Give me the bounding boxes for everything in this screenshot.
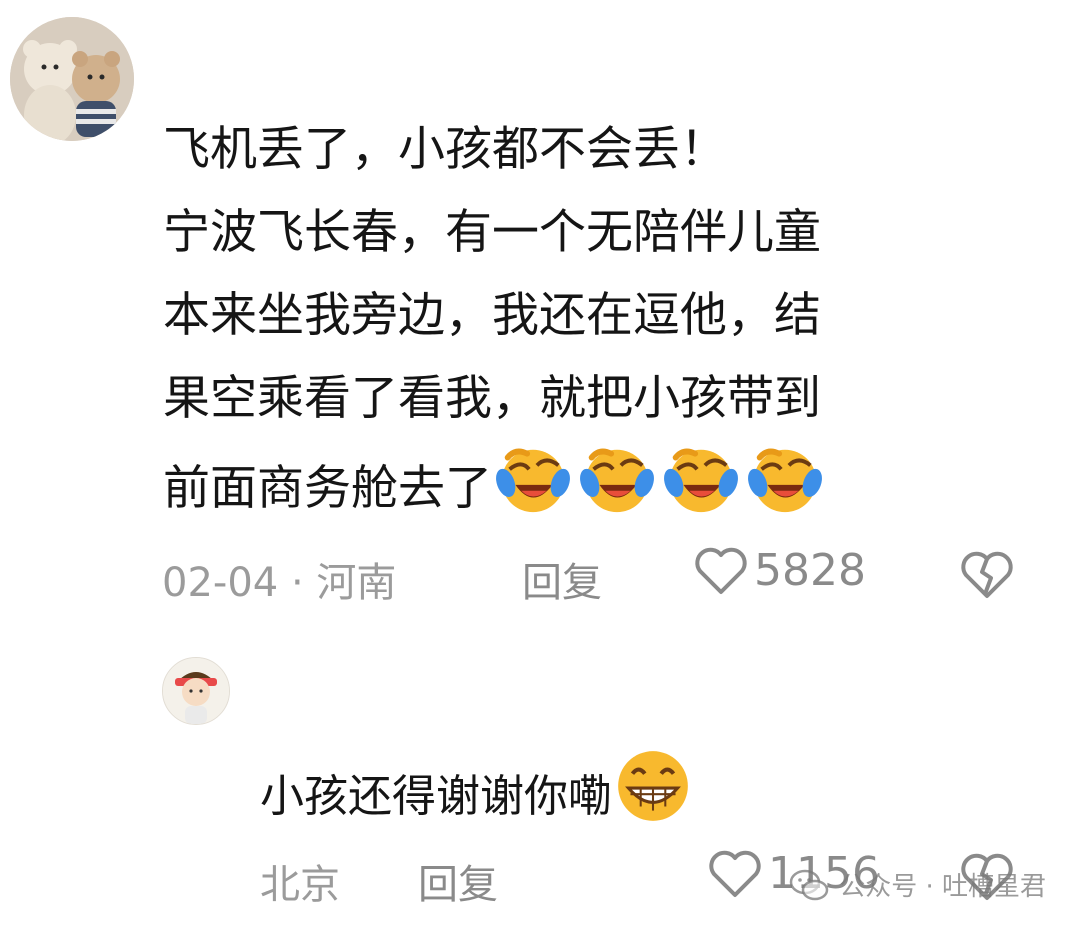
teddy-bear-avatar-icon: [10, 17, 134, 141]
heart-outline-icon: [709, 850, 761, 897]
heart-outline-icon: [695, 547, 747, 594]
laugh-cry-emoji-icon: [496, 448, 570, 513]
laugh-cry-emoji-icon: [664, 448, 738, 513]
reply-body: 小孩还得谢谢你嘞: [260, 745, 694, 837]
reply-button[interactable]: 回复: [418, 852, 498, 910]
wechat-official-account-icon: [789, 869, 829, 900]
cartoon-kid-avatar-icon: [163, 658, 229, 724]
like-button[interactable]: 5828: [694, 545, 866, 596]
like-count: 5828: [754, 545, 866, 596]
reply-text: 小孩还得谢谢你嘞: [260, 771, 612, 822]
laugh-cry-emoji-icon: [580, 448, 654, 513]
grin-emoji-icon: [618, 751, 688, 821]
user-avatar[interactable]: [10, 17, 134, 141]
reply-button[interactable]: 回复: [522, 550, 602, 608]
comment-location: 北京: [260, 862, 340, 908]
emoji-group: [494, 440, 824, 518]
watermark: 公众号 · 吐槽星君: [789, 866, 1046, 903]
laugh-cry-emoji-icon: [748, 448, 822, 513]
broken-heart-icon[interactable]: [960, 550, 1014, 600]
watermark-text: 公众号 · 吐槽星君: [839, 872, 1046, 902]
comment-date-location: 02-04 · 河南: [162, 560, 397, 606]
user-avatar[interactable]: [162, 657, 230, 725]
comment-body: 飞机丢了，小孩都不会丢！ 宁波飞长春，有一个无陪伴儿童 本来坐我旁边，我还在逗他…: [163, 108, 1043, 530]
